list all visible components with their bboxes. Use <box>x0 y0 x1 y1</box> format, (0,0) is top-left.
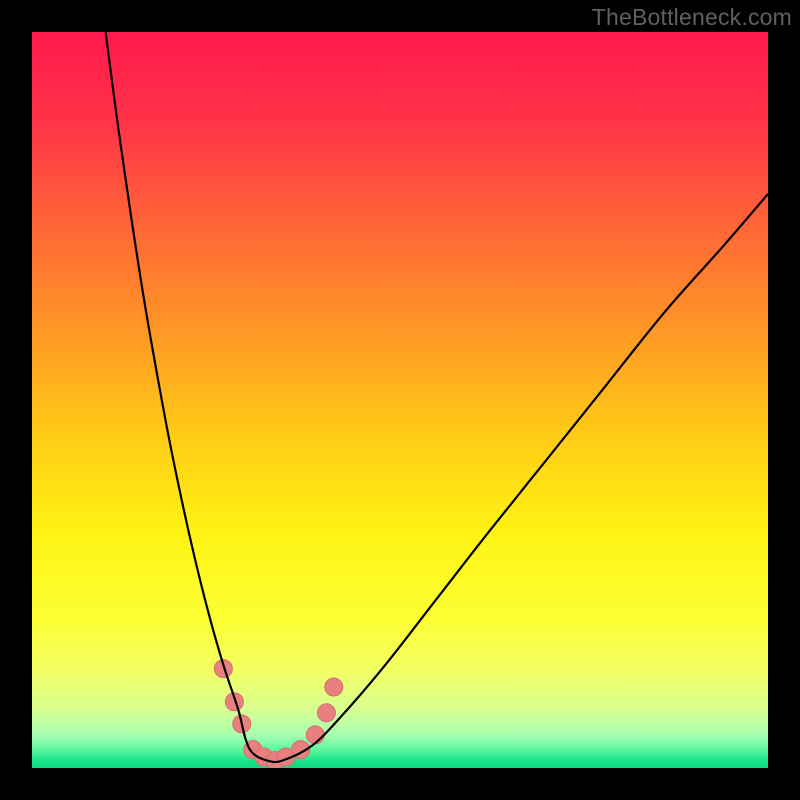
plot-area <box>32 32 768 768</box>
data-marker <box>325 678 343 696</box>
data-marker <box>317 704 335 722</box>
marker-group <box>214 660 342 768</box>
bottleneck-curve <box>106 32 768 762</box>
outer-frame: TheBottleneck.com <box>0 0 800 800</box>
watermark-text: TheBottleneck.com <box>592 4 792 31</box>
curve-layer <box>32 32 768 768</box>
data-marker <box>306 726 324 744</box>
